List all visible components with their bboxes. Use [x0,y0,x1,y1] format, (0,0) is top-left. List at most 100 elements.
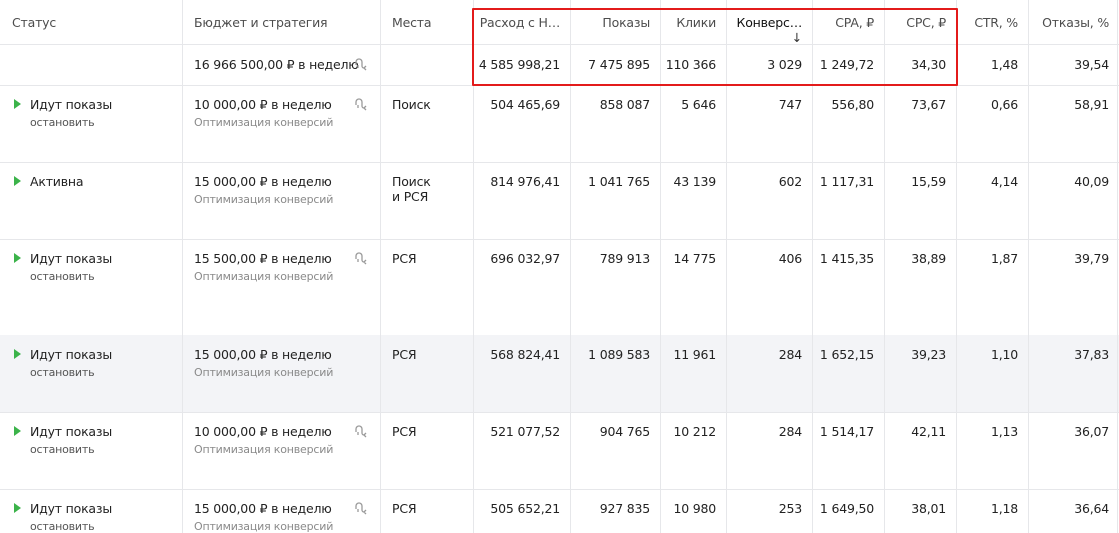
bounces-cell: 39,79 [1074,251,1109,266]
clicks-cell: 10 212 [673,424,716,439]
stop-link[interactable]: остановить [30,270,182,283]
column-divider [956,0,957,533]
places-cell: Поиск [380,85,473,162]
header-conversions[interactable]: Конверс…↓ [726,0,812,45]
budget-settings-icon[interactable] [354,424,368,438]
totals-budget: 16 966 500,00 ₽ в неделю [182,44,380,85]
strategy-text: Оптимизация конверсий [194,270,334,283]
conversions-cell: 284 [778,424,802,439]
conversions-cell: 747 [778,97,802,112]
budget-value: 15 500,00 ₽ в неделю [194,251,332,266]
impressions-cell: 1 089 583 [588,347,650,362]
totals-conversions: 3 029 [767,57,802,72]
budget-settings-icon[interactable] [354,97,368,111]
ctr-cell: 4,14 [990,174,1018,189]
budget-cell: 10 000,00 ₽ в неделю Оптимизация конверс… [182,85,380,162]
places-cell: РСЯ [380,412,473,489]
table-row[interactable]: Идут показы остановить 15 000,00 ₽ в неде… [0,489,1119,533]
budget-value: 15 000,00 ₽ в неделю [194,174,332,189]
ctr-cell: 1,18 [990,501,1018,516]
impressions-cell: 904 765 [599,424,650,439]
totals-ctr: 1,48 [990,57,1018,72]
header-bounces[interactable]: Отказы, % [1028,0,1119,44]
column-divider [812,0,813,533]
strategy-text: Оптимизация конверсий [194,366,334,379]
cpa-cell: 1 514,17 [819,424,874,439]
header-budget[interactable]: Бюджет и стратегия [182,0,380,44]
budget-settings-icon[interactable] [354,251,368,265]
status-cell: Идут показы остановить [0,85,182,162]
cpc-cell: 42,11 [911,424,946,439]
column-divider [726,0,727,533]
table-row[interactable]: Идут показы остановить 15 500,00 ₽ в неде… [0,239,1119,336]
totals-impressions: 7 475 895 [588,57,650,72]
budget-cell: 15 000,00 ₽ в неделю Оптимизация конверс… [182,335,380,412]
play-icon [14,253,21,263]
budget-settings-icon[interactable] [354,501,368,515]
totals-spend: 4 585 998,21 [478,57,560,72]
totals-budget-value: 16 966 500,00 ₽ в неделю [194,57,359,72]
places-line1: РСЯ [392,251,417,266]
impressions-cell: 789 913 [599,251,650,266]
cpa-cell: 556,80 [831,97,874,112]
header-places[interactable]: Места [380,0,473,44]
stop-link[interactable]: остановить [30,116,182,129]
status-text: Идут показы [30,251,112,266]
totals-row: 16 966 500,00 ₽ в неделю 4 585 998,21 7 … [0,44,1119,86]
table-row[interactable]: Идут показы остановить 10 000,00 ₽ в неде… [0,412,1119,490]
header-clicks[interactable]: Клики [660,0,726,44]
header-ctr[interactable]: CTR, % [956,0,1028,44]
impressions-cell: 927 835 [599,501,650,516]
bounces-cell: 37,83 [1074,347,1109,362]
table-row[interactable]: Идут показы остановить 10 000,00 ₽ в неде… [0,85,1119,163]
cpc-cell: 38,89 [911,251,946,266]
header-spend[interactable]: Расход с Н… [473,0,570,44]
conversions-cell: 284 [778,347,802,362]
places-cell: Поиск и РСЯ [380,162,473,239]
play-icon [14,176,21,186]
budget-cell: 15 500,00 ₽ в неделю Оптимизация конверс… [182,239,380,335]
status-cell: Активна [0,162,182,239]
play-icon [14,99,21,109]
ctr-cell: 1,13 [990,424,1018,439]
bounces-cell: 58,91 [1074,97,1109,112]
column-divider [1028,0,1029,533]
header-status[interactable]: Статус [0,0,182,44]
play-icon [14,426,21,436]
cpc-cell: 38,01 [911,501,946,516]
header-cpc[interactable]: CPC, ₽ [884,0,956,44]
strategy-text: Оптимизация конверсий [194,116,334,129]
budget-settings-icon[interactable] [354,57,368,71]
table-row[interactable]: Идут показы остановить 15 000,00 ₽ в неде… [0,335,1119,413]
column-divider [884,0,885,533]
stop-link[interactable]: остановить [30,366,182,379]
column-divider [380,0,381,533]
budget-value: 15 000,00 ₽ в неделю [194,347,332,362]
strategy-text: Оптимизация конверсий [194,193,334,206]
cpa-cell: 1 117,31 [819,174,874,189]
totals-clicks: 110 366 [665,57,716,72]
column-divider [660,0,661,533]
cpa-cell: 1 649,50 [819,501,874,516]
places-line1: РСЯ [392,347,417,362]
stop-link[interactable]: остановить [30,520,182,533]
totals-cpc: 34,30 [911,57,946,72]
clicks-cell: 11 961 [673,347,716,362]
clicks-cell: 43 139 [673,174,716,189]
places-cell: РСЯ [380,335,473,412]
conversions-cell: 602 [778,174,802,189]
clicks-cell: 14 775 [673,251,716,266]
places-cell: РСЯ [380,489,473,533]
table-row[interactable]: Активна 15 000,00 ₽ в неделю Оптимизация… [0,162,1119,240]
status-text: Идут показы [30,424,112,439]
budget-cell: 15 000,00 ₽ в неделю Оптимизация конверс… [182,162,380,239]
status-cell: Идут показы остановить [0,335,182,412]
cpa-cell: 1 652,15 [819,347,874,362]
sort-down-icon: ↓ [791,30,802,45]
clicks-cell: 10 980 [673,501,716,516]
places-line1: Поиск [392,97,431,112]
header-cpa[interactable]: CPA, ₽ [812,0,884,44]
stop-link[interactable]: остановить [30,443,182,456]
conversions-cell: 253 [778,501,802,516]
header-impressions[interactable]: Показы [570,0,660,44]
